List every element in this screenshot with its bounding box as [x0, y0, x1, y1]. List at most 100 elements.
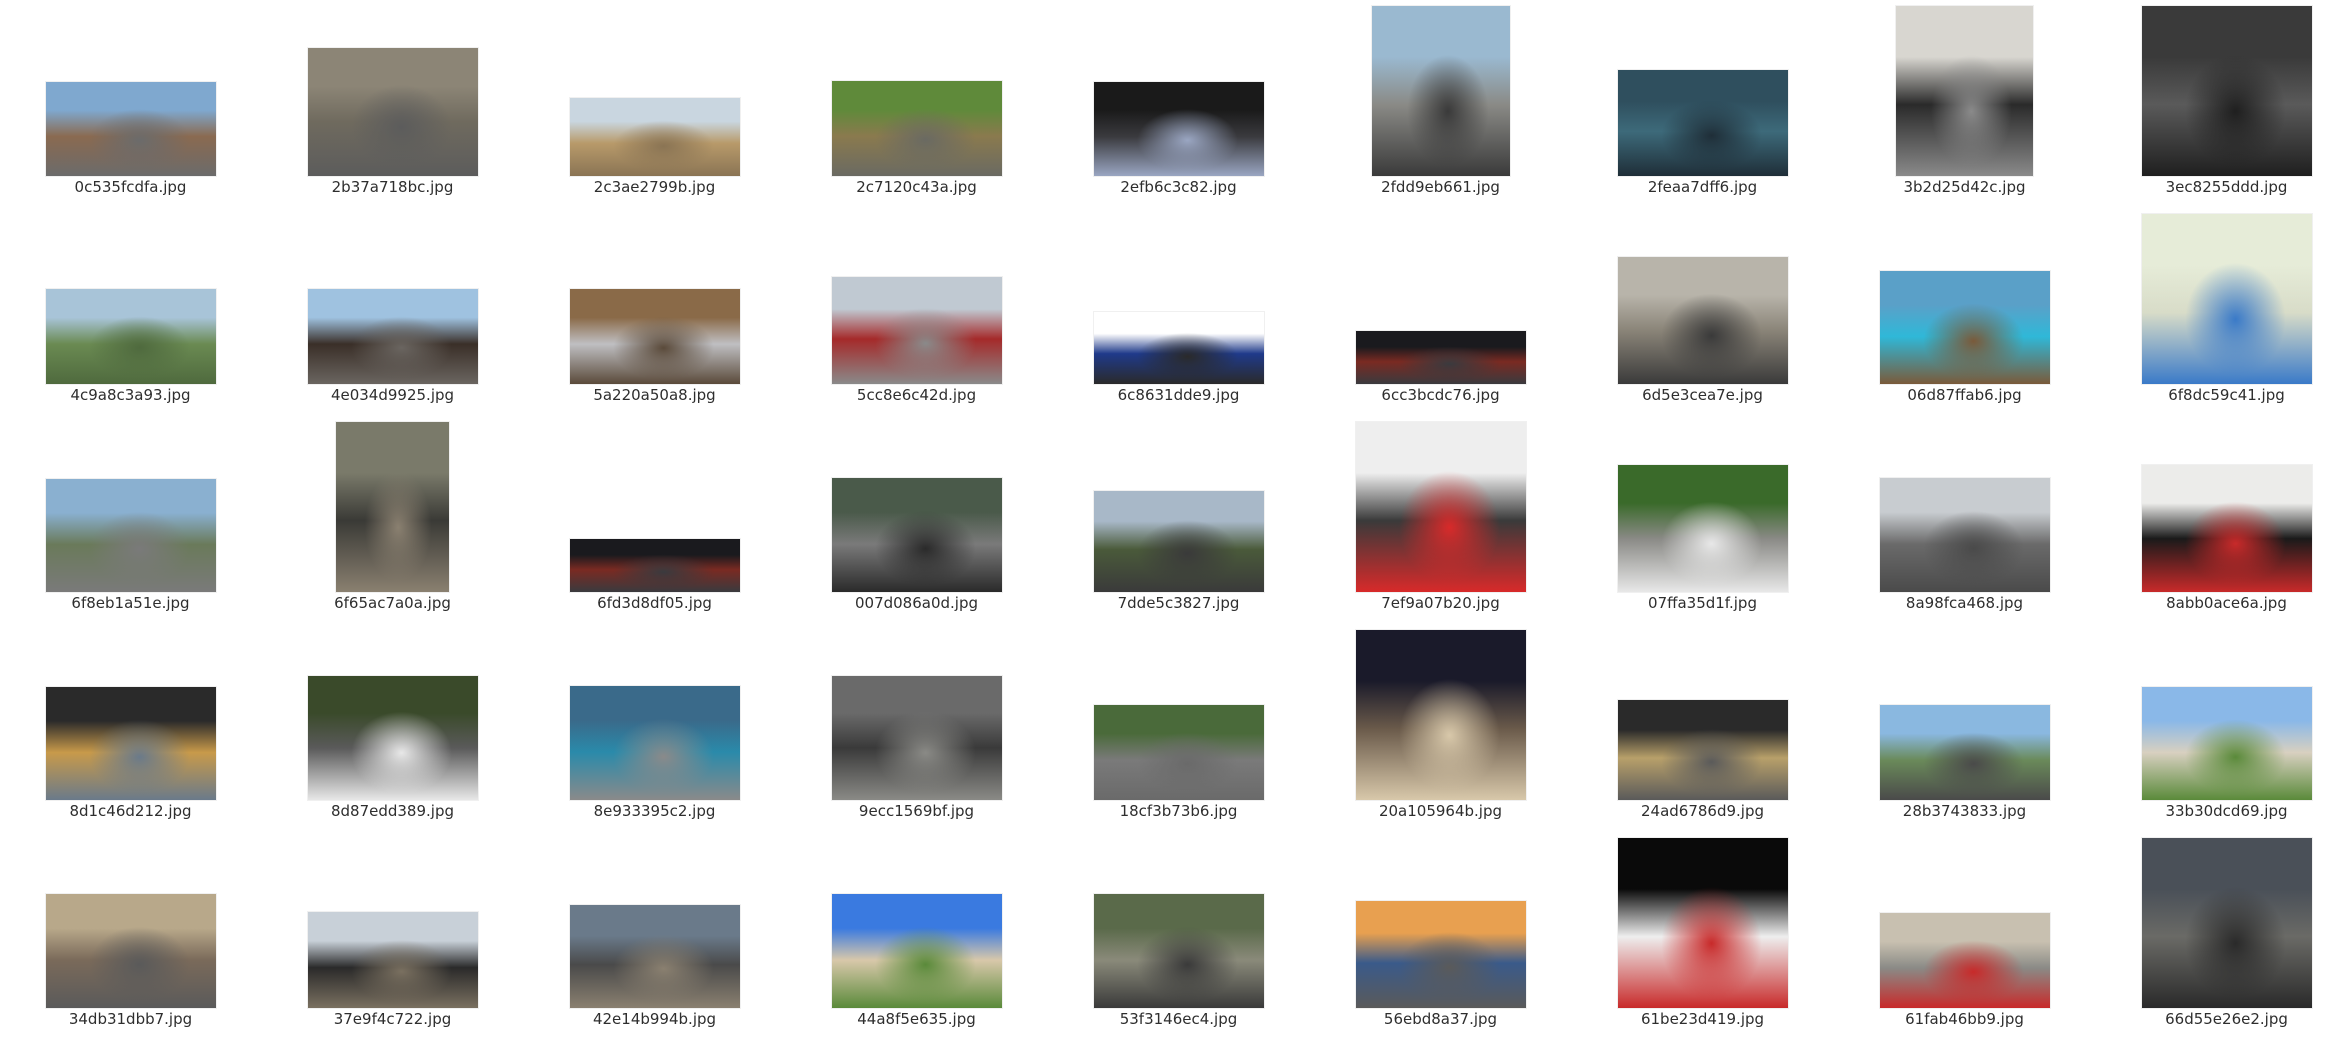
image-thumbnail[interactable]: [1617, 257, 1788, 384]
file-item[interactable]: 2feaa7dff6.jpg: [1572, 0, 1833, 208]
file-name-label: 33b30dcd69.jpg: [2165, 802, 2288, 820]
file-item[interactable]: 7ef9a07b20.jpg: [1310, 416, 1571, 624]
file-name-label: 42e14b994b.jpg: [592, 1010, 717, 1028]
file-item[interactable]: 6f8eb1a51e.jpg: [0, 416, 261, 624]
file-item[interactable]: 53f3146ec4.jpg: [1048, 832, 1309, 1040]
image-thumbnail[interactable]: [45, 82, 216, 176]
file-item[interactable]: 6d5e3cea7e.jpg: [1572, 208, 1833, 416]
image-thumbnail[interactable]: [307, 48, 478, 176]
file-item[interactable]: 37e9f4c722.jpg: [262, 832, 523, 1040]
image-thumbnail[interactable]: [569, 905, 740, 1008]
image-thumbnail[interactable]: [1355, 331, 1526, 384]
image-thumbnail[interactable]: [1371, 6, 1510, 176]
image-thumbnail[interactable]: [1879, 271, 2050, 384]
image-thumbnail[interactable]: [1617, 465, 1788, 592]
file-name-label: 2feaa7dff6.jpg: [1647, 178, 1758, 196]
file-name-label: 5cc8e6c42d.jpg: [856, 386, 977, 404]
image-thumbnail[interactable]: [336, 422, 449, 592]
image-thumbnail[interactable]: [831, 81, 1002, 176]
image-thumbnail[interactable]: [569, 539, 740, 592]
file-name-label: 6d5e3cea7e.jpg: [1642, 386, 1763, 404]
image-thumbnail[interactable]: [45, 687, 216, 800]
file-item[interactable]: 6fd3d8df05.jpg: [524, 416, 785, 624]
file-item[interactable]: 66d55e26e2.jpg: [2096, 832, 2327, 1040]
image-thumbnail[interactable]: [307, 289, 478, 384]
file-item[interactable]: 5cc8e6c42d.jpg: [786, 208, 1047, 416]
file-item[interactable]: 07ffa35d1f.jpg: [1572, 416, 1833, 624]
image-thumbnail[interactable]: [307, 676, 478, 800]
file-item[interactable]: 20a105964b.jpg: [1310, 624, 1571, 832]
file-item[interactable]: 0c535fcdfa.jpg: [0, 0, 261, 208]
image-thumbnail[interactable]: [1879, 705, 2050, 800]
image-thumbnail[interactable]: [2141, 465, 2312, 592]
image-thumbnail[interactable]: [1355, 422, 1526, 592]
image-thumbnail[interactable]: [1355, 901, 1526, 1008]
file-item[interactable]: 6f8dc59c41.jpg: [2096, 208, 2327, 416]
file-item[interactable]: 007d086a0d.jpg: [786, 416, 1047, 624]
image-thumbnail[interactable]: [831, 277, 1002, 384]
image-thumbnail[interactable]: [1093, 491, 1264, 592]
file-name-label: 4e034d9925.jpg: [330, 386, 455, 404]
image-thumbnail[interactable]: [1093, 705, 1264, 800]
file-item[interactable]: 3b2d25d42c.jpg: [1834, 0, 2095, 208]
file-item[interactable]: 6f65ac7a0a.jpg: [262, 416, 523, 624]
file-item[interactable]: 8e933395c2.jpg: [524, 624, 785, 832]
file-item[interactable]: 2fdd9eb661.jpg: [1310, 0, 1571, 208]
image-thumbnail[interactable]: [1093, 82, 1264, 176]
image-thumbnail[interactable]: [1617, 838, 1788, 1008]
image-thumbnail[interactable]: [1896, 6, 2033, 176]
image-thumbnail[interactable]: [45, 479, 216, 592]
file-name-label: 2c3ae2799b.jpg: [593, 178, 716, 196]
image-thumbnail[interactable]: [1617, 700, 1788, 800]
image-thumbnail[interactable]: [307, 912, 478, 1008]
image-thumbnail[interactable]: [1879, 913, 2050, 1008]
file-item[interactable]: 2c3ae2799b.jpg: [524, 0, 785, 208]
image-thumbnail[interactable]: [569, 686, 740, 800]
image-thumbnail[interactable]: [831, 894, 1002, 1008]
file-name-label: 2b37a718bc.jpg: [331, 178, 454, 196]
file-item[interactable]: 9ecc1569bf.jpg: [786, 624, 1047, 832]
file-item[interactable]: 18cf3b73b6.jpg: [1048, 624, 1309, 832]
file-item[interactable]: 06d87ffab6.jpg: [1834, 208, 2095, 416]
file-item[interactable]: 28b3743833.jpg: [1834, 624, 2095, 832]
image-thumbnail[interactable]: [1879, 478, 2050, 592]
file-item[interactable]: 3ec8255ddd.jpg: [2096, 0, 2327, 208]
file-item[interactable]: 6c8631dde9.jpg: [1048, 208, 1309, 416]
image-thumbnail[interactable]: [569, 289, 740, 384]
file-item[interactable]: 8abb0ace6a.jpg: [2096, 416, 2327, 624]
image-thumbnail[interactable]: [45, 289, 216, 384]
image-thumbnail[interactable]: [2141, 687, 2312, 800]
file-item[interactable]: 42e14b994b.jpg: [524, 832, 785, 1040]
file-item[interactable]: 5a220a50a8.jpg: [524, 208, 785, 416]
file-item[interactable]: 4c9a8c3a93.jpg: [0, 208, 261, 416]
image-thumbnail[interactable]: [1093, 312, 1264, 384]
image-thumbnail[interactable]: [2141, 838, 2312, 1008]
file-item[interactable]: 61be23d419.jpg: [1572, 832, 1833, 1040]
image-thumbnail[interactable]: [569, 98, 740, 176]
file-item[interactable]: 2b37a718bc.jpg: [262, 0, 523, 208]
image-thumbnail[interactable]: [2141, 6, 2312, 176]
image-thumbnail[interactable]: [45, 894, 216, 1008]
file-item[interactable]: 34db31dbb7.jpg: [0, 832, 261, 1040]
file-item[interactable]: 8a98fca468.jpg: [1834, 416, 2095, 624]
file-item[interactable]: 2efb6c3c82.jpg: [1048, 0, 1309, 208]
file-item[interactable]: 8d1c46d212.jpg: [0, 624, 261, 832]
file-item[interactable]: 4e034d9925.jpg: [262, 208, 523, 416]
file-item[interactable]: 8d87edd389.jpg: [262, 624, 523, 832]
file-name-label: 4c9a8c3a93.jpg: [70, 386, 191, 404]
file-item[interactable]: 2c7120c43a.jpg: [786, 0, 1047, 208]
image-thumbnail[interactable]: [2141, 214, 2312, 384]
file-item[interactable]: 33b30dcd69.jpg: [2096, 624, 2327, 832]
image-thumbnail[interactable]: [1617, 70, 1788, 176]
file-name-label: 6f8eb1a51e.jpg: [71, 594, 190, 612]
file-item[interactable]: 6cc3bcdc76.jpg: [1310, 208, 1571, 416]
image-thumbnail[interactable]: [831, 676, 1002, 800]
file-item[interactable]: 24ad6786d9.jpg: [1572, 624, 1833, 832]
image-thumbnail[interactable]: [831, 478, 1002, 592]
file-item[interactable]: 44a8f5e635.jpg: [786, 832, 1047, 1040]
file-item[interactable]: 56ebd8a37.jpg: [1310, 832, 1571, 1040]
image-thumbnail[interactable]: [1093, 894, 1264, 1008]
file-item[interactable]: 61fab46bb9.jpg: [1834, 832, 2095, 1040]
file-item[interactable]: 7dde5c3827.jpg: [1048, 416, 1309, 624]
image-thumbnail[interactable]: [1355, 630, 1526, 800]
